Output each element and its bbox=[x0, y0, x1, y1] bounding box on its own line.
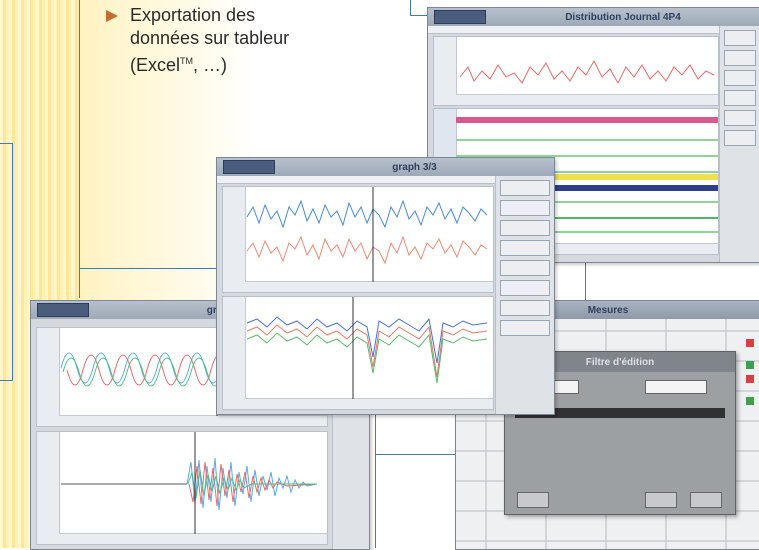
dialog-title: Filtre d'édition bbox=[585, 356, 655, 368]
side-toolbar bbox=[495, 176, 554, 414]
side-button[interactable] bbox=[724, 130, 756, 146]
window-subbar bbox=[428, 26, 759, 34]
app-logo bbox=[37, 303, 89, 317]
side-button[interactable] bbox=[500, 180, 550, 196]
side-button[interactable] bbox=[724, 90, 756, 106]
chart-panel-top bbox=[433, 36, 719, 106]
connector-line-2 bbox=[79, 268, 219, 269]
bullet-point: Exportation des données sur tableur (Exc… bbox=[106, 4, 346, 77]
side-button[interactable] bbox=[500, 320, 550, 336]
chart-panel-burst bbox=[36, 431, 328, 545]
side-button[interactable] bbox=[500, 220, 550, 236]
pink-bar bbox=[456, 117, 718, 123]
window-titlebar: Distribution Journal 4P4 bbox=[428, 8, 759, 26]
connector-line-5 bbox=[585, 262, 586, 300]
chart-panel-upper bbox=[222, 186, 494, 293]
green-line bbox=[456, 139, 718, 141]
app-logo bbox=[223, 160, 275, 174]
connector-line-4 bbox=[410, 15, 428, 16]
red-trace-chart bbox=[459, 59, 715, 85]
connector-line-10 bbox=[0, 380, 13, 381]
connector-line-3 bbox=[410, 0, 411, 16]
dual-trace-chart bbox=[246, 187, 488, 282]
chart-panel-lower bbox=[222, 296, 494, 410]
dialog-button-cancel[interactable] bbox=[690, 492, 722, 508]
dialog-button-left[interactable] bbox=[517, 492, 549, 508]
connector-line-1 bbox=[79, 0, 80, 298]
side-button[interactable] bbox=[724, 30, 756, 46]
triple-trace-chart bbox=[246, 297, 488, 399]
connector-line-7 bbox=[375, 454, 455, 455]
bullet-line-2: données sur tableur bbox=[130, 28, 290, 48]
connector-line-9 bbox=[12, 143, 13, 380]
window-titlebar: graph 3/3 bbox=[217, 158, 554, 176]
arrow-bullet-icon bbox=[106, 10, 118, 22]
side-button[interactable] bbox=[500, 260, 550, 276]
side-button[interactable] bbox=[500, 240, 550, 256]
side-toolbar bbox=[719, 26, 759, 262]
bullet-text: Exportation des données sur tableur (Exc… bbox=[130, 4, 289, 77]
side-button[interactable] bbox=[724, 110, 756, 126]
side-button[interactable] bbox=[500, 300, 550, 316]
dialog-button-ok[interactable] bbox=[645, 492, 677, 508]
side-button[interactable] bbox=[500, 280, 550, 296]
window-title: Distribution Journal 4P4 bbox=[565, 11, 681, 23]
side-button[interactable] bbox=[724, 70, 756, 86]
connector-line-6 bbox=[375, 410, 376, 548]
window-graph-3: graph 3/3 bbox=[216, 157, 555, 415]
burst-trace-chart bbox=[61, 432, 318, 534]
bullet-line-3: (ExcelTM, …) bbox=[130, 55, 228, 75]
bullet-line-1: Exportation des bbox=[130, 5, 256, 25]
app-logo bbox=[434, 10, 486, 24]
window-title: graph 3/3 bbox=[392, 161, 437, 173]
side-button[interactable] bbox=[500, 200, 550, 216]
side-button[interactable] bbox=[724, 50, 756, 66]
date-field-end[interactable] bbox=[645, 380, 707, 394]
